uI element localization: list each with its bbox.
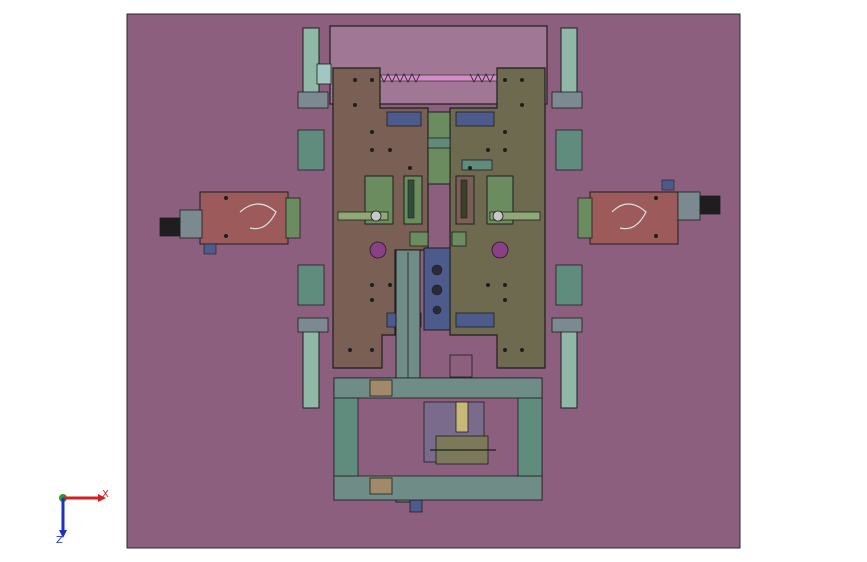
right-pin (492, 210, 504, 222)
right-cylinder-bottom (560, 329, 578, 409)
triad-z-label: Z (56, 535, 63, 546)
right-cylinder-top-mount (551, 91, 583, 109)
left-motor-mount (179, 209, 203, 239)
right-clamp-mid (461, 159, 493, 171)
right-cylinder-top (560, 27, 578, 95)
left-slide-end (285, 197, 301, 239)
bottom-mechanism-stem (455, 401, 469, 433)
left-cylinder-bottom-mount (297, 317, 329, 333)
right-clamp-bottom (455, 312, 495, 328)
left-cylinder-top-collar (316, 63, 332, 85)
left-guide-upper (297, 129, 325, 171)
center-mid-block (409, 231, 429, 247)
left-cylinder-top-mount (297, 91, 329, 109)
bottom-frame-top-bar (333, 377, 543, 399)
right-slide-block (589, 191, 679, 245)
left-clamp-top (386, 111, 422, 127)
bottom-frame-right-post (517, 397, 543, 477)
bottom-frame-bottom-bar (333, 475, 543, 501)
right-motor-mount (677, 191, 701, 221)
coordinate-triad: X Z (56, 489, 109, 546)
right-large-hole (491, 241, 509, 259)
right-clamp-top (455, 111, 495, 127)
right-guide-upper (555, 129, 583, 171)
left-large-hole (369, 241, 387, 259)
triad-x-label: X (102, 489, 109, 500)
cad-viewport[interactable]: X Z (0, 0, 867, 562)
center-small-bracket (449, 354, 473, 378)
center-mid-block-r (451, 231, 467, 247)
left-guide-lower (297, 264, 325, 306)
bottom-frame-left-post (333, 397, 359, 477)
right-guide-lower (555, 264, 583, 306)
left-motor-pulley (159, 217, 181, 237)
left-slide-block (199, 191, 289, 245)
right-sensor-block (661, 179, 675, 191)
left-pin (370, 210, 382, 222)
left-window-bar (407, 179, 415, 219)
right-motor-pulley (699, 195, 721, 215)
assembly-drawing: X Z (56, 13, 741, 549)
right-window-bar (460, 179, 468, 219)
rail-foot (409, 499, 423, 513)
right-cylinder-bottom-mount (551, 317, 583, 333)
bottom-tab-lower (369, 477, 393, 495)
left-cylinder-bottom (302, 329, 320, 409)
right-slide-end (577, 197, 593, 239)
left-sensor-block (203, 243, 217, 255)
bottom-tab-upper (369, 379, 393, 397)
center-upper-slot (427, 137, 451, 149)
